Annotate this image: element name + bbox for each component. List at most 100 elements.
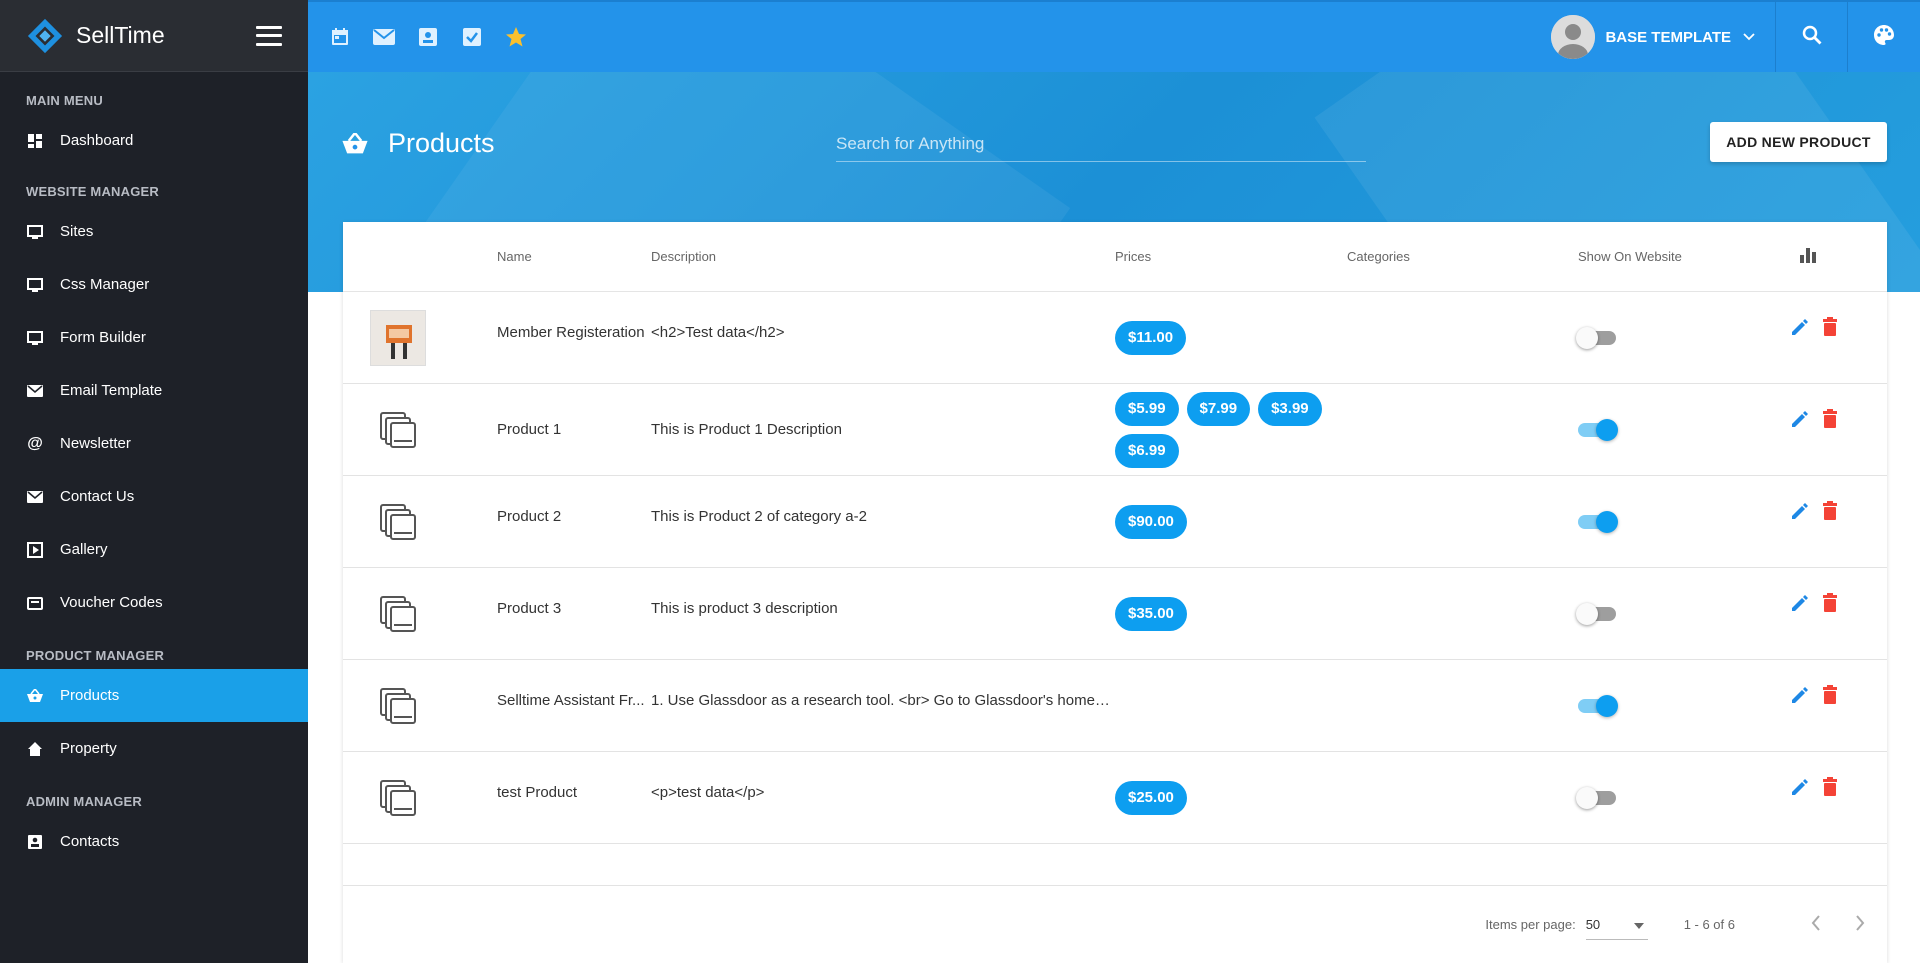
price-pill: $35.00 [1115, 596, 1187, 631]
monitor-icon [26, 329, 44, 347]
sidebar-item-contacts[interactable]: Contacts [0, 815, 308, 868]
sidebar-item-gallery[interactable]: Gallery [0, 523, 308, 576]
product-description: <p>test data</p> [651, 784, 765, 801]
sidebar-item-dashboard[interactable]: Dashboard [0, 114, 308, 167]
delete-icon[interactable] [1819, 776, 1841, 798]
avatar [1551, 15, 1596, 59]
show-on-website-toggle[interactable] [1576, 326, 1616, 349]
show-on-website-toggle[interactable] [1578, 510, 1618, 533]
sidebar-item-sites[interactable]: Sites [0, 205, 308, 258]
image-placeholder-icon[interactable] [370, 678, 426, 734]
hamburger-menu-icon[interactable] [256, 25, 282, 46]
price-pill: $5.99 [1115, 391, 1179, 426]
column-header-show-on-website[interactable]: Show On Website [1578, 249, 1789, 264]
sidebar-item-voucher-codes[interactable]: Voucher Codes [0, 576, 308, 629]
column-header-categories[interactable]: Categories [1347, 249, 1578, 264]
product-prices: $11.00 [1115, 320, 1347, 355]
show-on-website-toggle[interactable] [1576, 786, 1616, 809]
user-menu[interactable]: BASE TEMPLATE [1551, 1, 1776, 73]
sidebar-item-label: Property [60, 740, 117, 757]
sidebar-item-label: Contact Us [60, 488, 135, 505]
edit-icon[interactable] [1789, 684, 1811, 706]
theme-button[interactable] [1848, 1, 1920, 73]
image-placeholder-icon[interactable] [370, 494, 426, 550]
at-sign-icon: @ [27, 434, 43, 452]
column-header-prices[interactable]: Prices [1115, 249, 1347, 264]
table-row[interactable]: Product 2 This is Product 2 of category a… [343, 476, 1887, 568]
sidebar-item-property[interactable]: Property [0, 722, 308, 775]
sidebar-item-label: Sites [60, 223, 94, 240]
sidebar-item-css-manager[interactable]: Css Manager [0, 258, 308, 311]
items-per-page-select[interactable]: 50 [1585, 910, 1648, 940]
price-pill: $3.99 [1258, 391, 1322, 426]
table-row[interactable]: Product 3 This is product 3 description $3… [343, 568, 1887, 660]
next-page-button[interactable] [1849, 914, 1871, 936]
previous-page-button[interactable] [1805, 914, 1827, 936]
dashboard-icon [26, 132, 44, 150]
section-product-manager: PRODUCT MANAGER [26, 647, 165, 663]
show-on-website-toggle[interactable] [1578, 694, 1618, 717]
product-prices: $25.00 [1115, 780, 1347, 815]
products-table-card: Name Description Prices Categories Show … [343, 222, 1887, 963]
mail-icon[interactable] [372, 25, 396, 49]
delete-icon[interactable] [1819, 408, 1841, 430]
home-icon [26, 740, 44, 758]
table-row[interactable]: Member Registeration <h2>Test data</h2> $1… [343, 292, 1887, 384]
search-input[interactable] [836, 126, 1366, 161]
star-icon[interactable] [504, 25, 528, 49]
bar-chart-icon[interactable] [1799, 246, 1817, 267]
page-title: Products [342, 128, 495, 159]
chevron-right-icon [1855, 915, 1865, 934]
show-on-website-toggle[interactable] [1578, 418, 1618, 441]
edit-icon[interactable] [1789, 500, 1811, 522]
product-description: This is product 3 description [651, 600, 838, 617]
edit-icon[interactable] [1789, 592, 1811, 614]
delete-icon[interactable] [1819, 592, 1841, 614]
add-new-product-button[interactable]: ADD NEW PRODUCT [1710, 122, 1887, 162]
brand-bar: SellTime [0, 0, 308, 72]
delete-icon[interactable] [1819, 316, 1841, 338]
table-row[interactable]: test Product <p>test data</p> $25.00 [343, 752, 1887, 844]
edit-icon[interactable] [1789, 316, 1811, 338]
image-placeholder-icon[interactable] [370, 402, 426, 458]
edit-icon[interactable] [1789, 776, 1811, 798]
show-on-website-toggle[interactable] [1576, 602, 1616, 625]
calendar-icon[interactable] [328, 25, 352, 49]
image-placeholder-icon[interactable] [370, 770, 426, 826]
column-header-name[interactable]: Name [497, 249, 651, 264]
product-name: test Product [497, 784, 578, 801]
chevron-left-icon [1811, 915, 1821, 934]
contact-card-icon[interactable] [416, 25, 440, 49]
product-thumbnail[interactable] [370, 309, 426, 366]
image-placeholder-icon[interactable] [370, 586, 426, 642]
delete-icon[interactable] [1819, 500, 1841, 522]
sidebar-item-label: Form Builder [60, 329, 146, 346]
sidebar-item-label: Contacts [60, 833, 120, 850]
sidebar-item-label: Voucher Codes [60, 594, 163, 611]
product-name: Product 1 [497, 421, 562, 438]
column-header-description[interactable]: Description [651, 249, 1115, 264]
table-body: Member Registeration <h2>Test data</h2> $1… [343, 292, 1887, 844]
checkbox-icon[interactable] [460, 25, 484, 49]
product-description: <h2>Test data</h2> [651, 324, 785, 341]
price-pill: $90.00 [1115, 504, 1187, 539]
sidebar-item-label: Css Manager [60, 276, 150, 293]
app-name: SellTime [76, 22, 165, 48]
price-pill: $25.00 [1115, 780, 1187, 815]
delete-icon[interactable] [1819, 684, 1841, 706]
table-row[interactable]: Product 1 This is Product 1 Description $5… [343, 384, 1887, 476]
sidebar-item-contact-us[interactable]: Contact Us [0, 470, 308, 523]
search-button[interactable] [1776, 1, 1848, 73]
table-row[interactable]: Selltime Assistant Fr... 1. Use Glassdoor… [343, 660, 1887, 752]
play-square-icon [26, 541, 44, 559]
sidebar-item-label: Gallery [60, 541, 108, 558]
sidebar-item-form-builder[interactable]: Form Builder [0, 311, 308, 364]
sidebar-item-label: Newsletter [60, 435, 131, 452]
product-name: Product 2 [497, 508, 562, 525]
edit-icon[interactable] [1789, 408, 1811, 430]
sidebar-item-email-template[interactable]: Email Template [0, 364, 308, 417]
sidebar-item-products[interactable]: Products [0, 669, 308, 722]
search-icon [1802, 25, 1822, 50]
section-admin-manager: ADMIN MANAGER [26, 793, 142, 809]
sidebar-item-newsletter[interactable]: @ Newsletter [0, 417, 308, 470]
